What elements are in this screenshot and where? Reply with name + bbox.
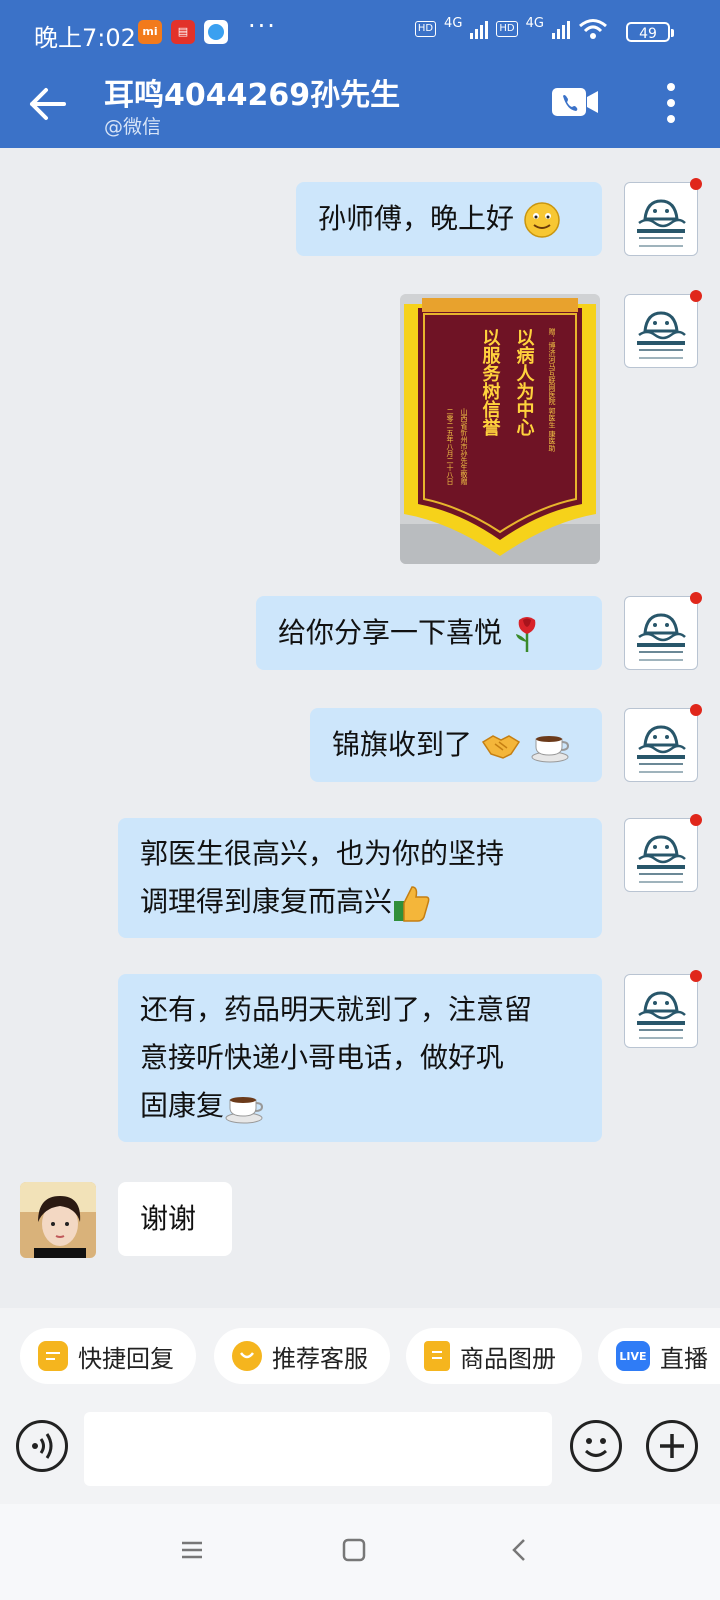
hd-icon: HD: [414, 21, 437, 37]
chip-label: 商品图册: [460, 1344, 556, 1373]
message-text: 孙师傅，晚上好: [318, 202, 515, 235]
unread-dot: [690, 290, 702, 302]
chat-messages[interactable]: 孙师傅，晚上好 以病人为中心 以服务树信誉 赠：博济河马互联网医院 郭医生 康医…: [0, 148, 720, 1308]
voice-input-button[interactable]: [16, 1420, 68, 1472]
contact-source: @微信: [104, 116, 162, 138]
back-arrow-icon[interactable]: [26, 82, 70, 126]
message-bubble[interactable]: 给你分享一下喜悦: [256, 596, 602, 670]
quick-reply-chip[interactable]: 快捷回复: [20, 1328, 196, 1384]
pennant-dedication: 赠：博济河马互联网医院 郭医生 康医助: [548, 327, 556, 452]
message-line: 调理得到康复而高兴: [140, 885, 393, 918]
unread-dot: [690, 814, 702, 826]
more-notifications-icon: ···: [248, 12, 277, 40]
handshake-emoji-icon: [481, 735, 520, 759]
coffee-emoji-icon: [531, 736, 569, 763]
message-input[interactable]: [84, 1412, 552, 1486]
shop-avatar[interactable]: [624, 290, 702, 368]
battery-icon: 49: [626, 22, 674, 42]
message-line-with-emoji: 固康复: [140, 1082, 580, 1130]
back-nav-icon[interactable]: [508, 1538, 532, 1562]
message-text: 谢谢: [140, 1202, 197, 1235]
more-functions-button[interactable]: [646, 1420, 698, 1472]
live-stream-chip[interactable]: LIVE 直播: [598, 1328, 720, 1384]
message-line: 还有，药品明天就到了，注意留: [140, 993, 533, 1026]
pennant-date: 二零二五年八月二十八日: [446, 408, 454, 486]
signal-icon-2: [552, 19, 570, 39]
status-time: 晚上7:02: [34, 24, 136, 52]
status-bar: 晚上7:02 mi ▤ ··· HD 4G HD 4G 49: [0, 0, 720, 66]
message-text: 给你分享一下喜悦: [278, 616, 503, 649]
message-bubble[interactable]: 还有，药品明天就到了，注意留 意接听快递小哥电话，做好巩 固康复: [118, 974, 602, 1142]
shop-avatar[interactable]: [624, 592, 702, 670]
unread-dot: [690, 178, 702, 190]
input-bar: [0, 1392, 720, 1504]
message-bubble[interactable]: 锦旗收到了: [310, 708, 602, 782]
message-bubble[interactable]: 谢谢: [118, 1182, 232, 1256]
pennant-text-1: 以病人为中心: [514, 328, 535, 436]
message-bubble[interactable]: 郭医生很高兴，也为你的坚持 调理得到康复而高兴: [118, 818, 602, 938]
unread-dot: [690, 970, 702, 982]
network-type: 4G: [444, 15, 463, 31]
network-type-2: 4G: [525, 15, 544, 31]
catalog-icon: [424, 1341, 450, 1371]
rose-emoji-icon: [515, 617, 536, 652]
shop-avatar[interactable]: [624, 970, 702, 1048]
home-nav-icon[interactable]: [342, 1538, 366, 1562]
pennant-signature: 山西省忻州市孙先生敬赠: [460, 407, 468, 486]
recommend-service-chip[interactable]: 推荐客服: [214, 1328, 390, 1384]
chat-header: 耳鸣4044269孙先生 @微信: [0, 66, 720, 148]
wifi-icon: [579, 19, 607, 39]
emoji-button[interactable]: [570, 1420, 622, 1472]
live-icon: LIVE: [616, 1341, 650, 1371]
smiley-icon: [584, 1438, 608, 1457]
unread-dot: [690, 592, 702, 604]
thumbs-up-emoji-icon: [394, 886, 430, 922]
pennant-photo[interactable]: 以病人为中心 以服务树信誉 赠：博济河马互联网医院 郭医生 康医助 山西省忻州市…: [400, 294, 600, 564]
news-app-icon: ▤: [171, 20, 195, 44]
smile-emoji-icon: [524, 202, 560, 238]
chip-label: 快捷回复: [78, 1344, 174, 1373]
message-line: 意接听快递小哥电话，做好巩: [140, 1041, 505, 1074]
video-call-icon[interactable]: [552, 86, 600, 118]
customer-avatar[interactable]: [20, 1182, 96, 1258]
chip-label: 直播: [660, 1344, 708, 1373]
chip-label: 推荐客服: [272, 1344, 368, 1373]
quick-reply-icon: [38, 1341, 68, 1371]
plus-icon: [660, 1434, 684, 1458]
message-bubble[interactable]: 孙师傅，晚上好: [296, 182, 602, 256]
message-line-with-emoji: 调理得到康复而高兴: [140, 878, 580, 926]
pennant-text-2: 以服务树信誉: [480, 328, 501, 436]
message-text: 锦旗收到了: [332, 728, 473, 761]
menu-nav-icon[interactable]: [180, 1538, 204, 1562]
shop-avatar[interactable]: [624, 178, 702, 256]
more-options-icon[interactable]: [664, 80, 678, 126]
system-navigation-bar: [0, 1504, 720, 1600]
signal-icon: [470, 19, 489, 39]
coffee-emoji-icon: [225, 1097, 264, 1124]
mi-app-icon: mi: [138, 20, 162, 44]
message-line: 固康复: [140, 1089, 225, 1122]
unread-dot: [690, 704, 702, 716]
shop-avatar[interactable]: [624, 814, 702, 892]
hd-icon-2: HD: [496, 21, 518, 37]
product-catalog-chip[interactable]: 商品图册: [406, 1328, 582, 1384]
message-line: 郭医生很高兴，也为你的坚持: [140, 837, 505, 870]
shop-avatar[interactable]: [624, 704, 702, 782]
voice-icon: [32, 1433, 53, 1459]
quick-reply-bar: 快捷回复 推荐客服 商品图册 LIVE 直播: [0, 1308, 720, 1392]
contact-name: 耳鸣4044269孙先生: [104, 78, 401, 113]
browser-app-icon: [204, 20, 228, 44]
smile-chat-icon: [232, 1341, 262, 1371]
